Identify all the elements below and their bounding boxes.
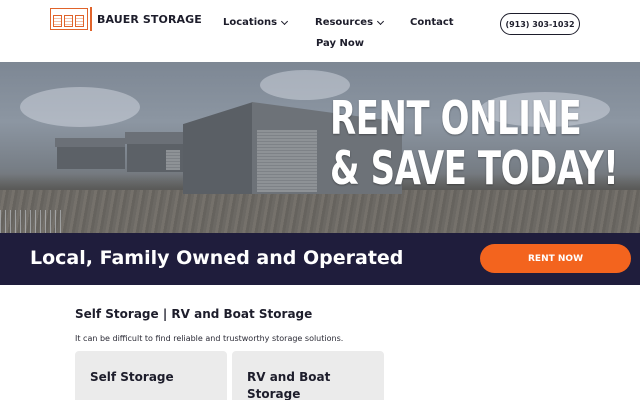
storage-units-logo-icon — [50, 8, 88, 30]
logo-text: BAUER STORAGE — [97, 12, 202, 26]
nav-resources-label: Resources — [315, 17, 374, 28]
logo[interactable]: BAUER STORAGE — [50, 7, 202, 31]
card-title: Self Storage — [90, 370, 174, 384]
nav-locations-label: Locations — [223, 17, 278, 28]
hero-line-2: & SAVE TODAY! — [330, 141, 619, 195]
rent-now-button[interactable]: RENT NOW — [480, 244, 631, 273]
rent-now-label: RENT NOW — [528, 253, 583, 264]
gravel-lot — [0, 190, 640, 233]
tagline-text: Local, Family Owned and Operated — [30, 247, 404, 269]
section-description: It can be difficult to find reliable and… — [75, 334, 344, 343]
phone-number: (913) 303-1032 — [505, 19, 575, 29]
chevron-down-icon — [376, 17, 385, 25]
card-title: RV and Boat Storage — [247, 370, 331, 400]
nav-pay-now[interactable]: Pay Now — [316, 38, 364, 49]
card-rv-boat-storage[interactable]: RV and Boat Storage — [232, 351, 384, 400]
logo-divider — [90, 7, 92, 31]
garage-door — [257, 130, 317, 192]
fence — [0, 210, 62, 233]
section-title: Self Storage | RV and Boat Storage — [75, 307, 313, 321]
nav-pay-now-label: Pay Now — [316, 38, 364, 49]
nav-resources[interactable]: Resources — [315, 17, 385, 28]
site-header: BAUER STORAGE Locations Resources Contac… — [0, 0, 640, 62]
nav-contact-label: Contact — [410, 17, 454, 28]
card-self-storage[interactable]: Self Storage — [75, 351, 227, 400]
nav-locations[interactable]: Locations — [223, 17, 289, 28]
hero-headline: RENT ONLINE & SAVE TODAY! — [330, 91, 619, 195]
hero-line-1: RENT ONLINE — [330, 91, 582, 145]
phone-button[interactable]: (913) 303-1032 — [500, 13, 580, 35]
chevron-down-icon — [281, 17, 289, 25]
nav-contact[interactable]: Contact — [410, 17, 454, 28]
storage-building — [183, 102, 253, 194]
